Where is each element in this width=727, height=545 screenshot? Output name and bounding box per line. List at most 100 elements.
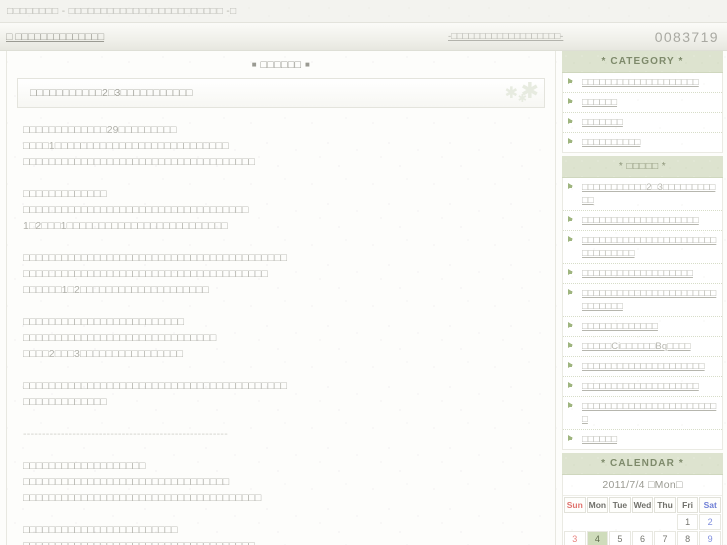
calendar-empty-cell [632,514,654,530]
recent-entry-item[interactable]: □□□□□□□□□□□□□ [563,317,722,337]
recent-entry-item-label: □□□□□□□□□□□□□□□□□□□□ [582,215,699,226]
article-body: □□□□□□□□□□□□□29□□□□□□□□□ □□□□1□□□□□□□□□□… [7,108,555,545]
calendar-day-8[interactable]: 8 [676,531,699,545]
article-title-bar: □□□□□□□□□□□2□3□□□□□□□□□□□ ✱ ✱ ✱ [17,78,545,108]
calendar-weekday-mon: Mon [586,497,609,513]
article-paragraph: □□□□□□□□□□□□□□□□□□□□□□□□□□□□□□□□□□□□□□□□… [23,252,288,296]
calendar-weekday-row: Sun Mon Tue Wed Thu Fri Sat [564,497,721,513]
arrow-right-icon [568,321,577,330]
arrow-right-icon [568,381,577,390]
recent-entry-item[interactable]: □□□□□□□□□□□□□□□□□□□□□□□□ [563,397,722,430]
calendar-table[interactable]: SunMonTueWedThuFriSat 123456789101112131… [563,496,722,545]
page-body: ■ □□□□□□ ■ □□□□□□□□□□□2□3□□□□□□□□□□□ ✱ ✱… [0,51,727,545]
article-paragraph: □□□□□□□□□□□□□ □□□□□□□□□□□□□□□□□□□□□□□□□□… [23,188,249,232]
calendar-weekday-sun: Sun [564,497,586,513]
snowflake-icon: ✱ [504,85,518,102]
calendar-day-4[interactable]: 4 [586,531,609,545]
calendar-day-5[interactable]: 5 [609,531,631,545]
calendar-day-7[interactable]: 7 [654,531,676,545]
calendar-day-9[interactable]: 9 [699,531,721,545]
main-content: ■ □□□□□□ ■ □□□□□□□□□□□2□3□□□□□□□□□□□ ✱ ✱… [0,51,562,545]
section-heading-label: □□□□□□ [260,59,302,71]
arrow-right-icon [568,137,577,146]
panel-recent-entries: * □□□□□ * □□□□□□□□□□□2□3□□□□□□□□□□□ □□□□□… [562,156,723,450]
category-item[interactable]: □□□□□□ [563,93,722,113]
arrow-right-icon [568,341,577,350]
sidebar: * CATEGORY * □□□□□□□□□□□□□□□□□□□□ □□□□□□ □… [562,51,727,545]
article-paragraph: □□□□□□□□□□□□□□□□□□□□□□□□ □□□□□□□□□□□□□□□… [23,524,255,545]
article-title: □□□□□□□□□□□2□3□□□□□□□□□□□ [30,87,193,99]
arrow-right-icon [568,288,577,297]
arrow-right-icon [568,235,577,244]
category-item[interactable]: □□□□□□□□□□□□□□□□□□□□ [563,73,722,93]
recent-entry-item[interactable]: □□□□□□□□□□□2□3□□□□□□□□□□□ [563,178,722,211]
recent-entry-item-label: □□□□□□□□□□□2□3□□□□□□□□□□□ [582,182,716,206]
recent-entry-item-label: □□□□□Ci□□□□□□Bq□□□□ [582,341,691,352]
site-header: □ □□□□□□□□□□□□□□ -□□□□□□□□□□□□□□□□□□□- 0… [0,23,727,51]
calendar-weekday-sat: Sat [699,497,721,513]
site-tagline-link[interactable]: -□□□□□□□□□□□□□□□□□□□- [448,31,563,42]
category-item[interactable]: □□□□□□□□□□ [563,133,722,152]
arrow-right-icon [568,182,577,191]
category-item-label: □□□□□□□□□□ [582,137,641,148]
calendar-weekday-tue: Tue [609,497,631,513]
arrow-right-icon [568,97,577,106]
arrow-right-icon [568,361,577,370]
calendar-weekday-thu: Thu [654,497,676,513]
arrow-right-icon [568,77,577,86]
recent-entry-item[interactable]: □□□□□□□□□□□□□□□□□□□□ [563,211,722,231]
category-item-label: □□□□□□□□□□□□□□□□□□□□ [582,77,699,88]
panel-recent-heading: * □□□□□ * [562,156,723,178]
recent-entry-item[interactable]: □□□□□□□□□□□□□□□□□□□ [563,264,722,284]
calendar-day-1[interactable]: 1 [676,514,699,530]
site-title-link[interactable]: □ □□□□□□□□□□□□□□ [6,31,104,43]
calendar-weekday-fri: Fri [676,497,699,513]
recent-entry-item-label: □□□□□□□□□□□□□□□□□□□□□□□□□□□□□□ [582,288,717,312]
panel-calendar: * CALENDAR * 2011/7/4 □Mon□ Sun Mon Tue Wed… [562,453,723,545]
arrow-right-icon [568,215,577,224]
category-item[interactable]: □□□□□□□ [563,113,722,133]
recent-entry-item-label: □□□□□□□□□□□□□ [582,321,658,332]
recent-entry-item-label: □□□□□□□□□□□□□□□□□□□□ [582,381,699,392]
arrow-right-icon [568,434,577,443]
recent-entry-item[interactable]: □□□□□Ci□□□□□□Bq□□□□ [563,337,722,357]
article-paragraph: □□□□□□□□□□□□□□□□□□□□□□□□□□□□□□□□□□□□□□□□… [23,380,288,408]
calendar-weekday-wed: Wed [631,497,654,513]
main-content-inner: ■ □□□□□□ ■ □□□□□□□□□□□2□3□□□□□□□□□□□ ✱ ✱… [6,51,556,545]
calendar-week-row: 3456789 [564,531,721,545]
arrow-right-icon [568,268,577,277]
square-bullet-icon: ■ [304,60,311,69]
panel-calendar-body: 2011/7/4 □Mon□ Sun Mon Tue Wed Thu Fri Sat 123… [562,475,723,545]
arrow-right-icon [568,117,577,126]
panel-category-list: □□□□□□□□□□□□□□□□□□□□ □□□□□□ □□□□□□□ □□□□□□□… [562,73,723,153]
recent-entry-item[interactable]: □□□□□□□□□□□□□□□□□□□□□□□□□□□□□□ [563,284,722,317]
section-heading: ■ □□□□□□ ■ [7,51,555,78]
calendar-day-3[interactable]: 3 [564,531,586,545]
arrow-right-icon [568,401,577,410]
calendar-day-2[interactable]: 2 [699,514,721,530]
article-paragraph: □□□□□□□□□□□□□□□□□□□□□□□□□ □□□□□□□□□□□□□□… [23,316,217,360]
square-bullet-icon: ■ [251,60,258,69]
recent-entry-item[interactable]: □□□□□□□□□□□□□□□□□□□□□□□□□□□□□□□□ [563,231,722,264]
calendar-empty-cell [609,514,631,530]
recent-entry-item-label: □□□□□□□□□□□□□□□□□□□ [582,268,693,279]
panel-recent-list: □□□□□□□□□□□2□3□□□□□□□□□□□ □□□□□□□□□□□□□□□… [562,178,723,450]
calendar-current-date: 2011/7/4 □Mon□ [563,475,722,496]
recent-entry-item-label: □□□□□□□□□□□□□□□□□□□□□□□□□□□□□□□□ [582,235,717,259]
panel-calendar-heading: * CALENDAR * [562,453,723,475]
recent-entry-item-label: □□□□□□□□□□□□□□□□□□□□□ [582,361,705,372]
category-item-label: □□□□□□□ [582,117,623,128]
recent-entry-item[interactable]: □□□□□□□□□□□□□□□□□□□□ [563,377,722,397]
article-paragraph: □□□□□□□□□□□□□□□□□□□ □□□□□□□□□□□□□□□□□□□□… [23,460,262,504]
recent-entry-item[interactable]: □□□□□□□□□□□□□□□□□□□□□ [563,357,722,377]
recent-entry-item[interactable]: □□□□□□ [563,430,722,449]
calendar-week-row: 12 [564,514,721,530]
calendar-day-6[interactable]: 6 [631,531,654,545]
